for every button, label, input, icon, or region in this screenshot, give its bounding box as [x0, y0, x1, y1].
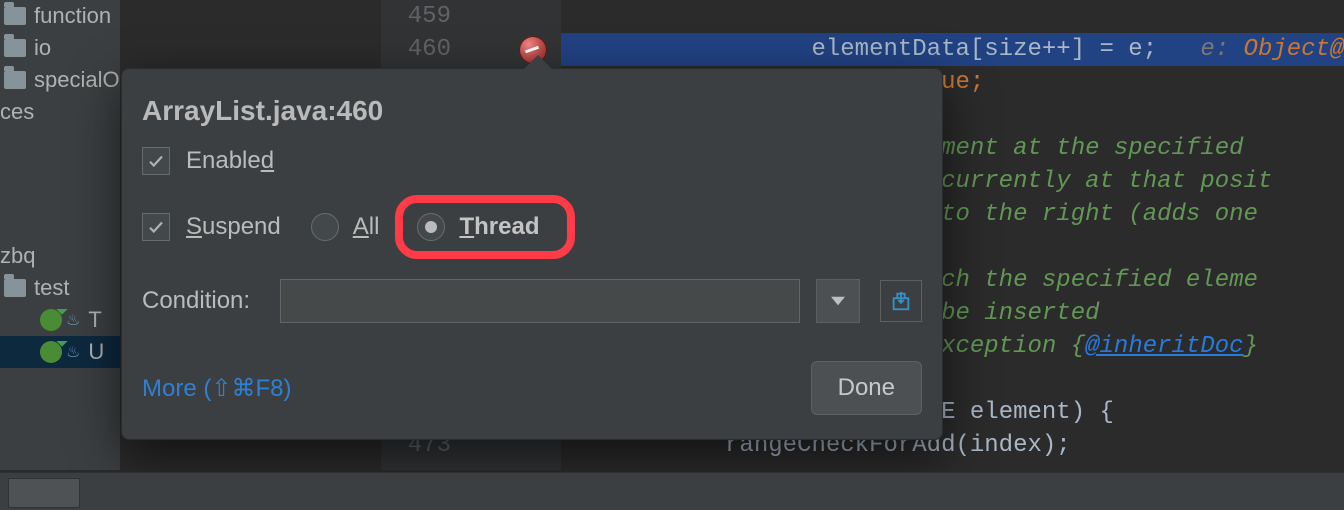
tree-item-truncated[interactable]: ces — [0, 96, 120, 128]
suspend-all-radio-group: All — [311, 213, 380, 241]
tool-window-tab[interactable] — [8, 478, 80, 508]
tree-label: zbq — [0, 243, 35, 269]
tree-item-io[interactable]: io — [0, 32, 120, 64]
enabled-checkbox[interactable] — [142, 147, 170, 175]
tree-label: T — [88, 307, 101, 333]
suspend-checkbox[interactable] — [142, 213, 170, 241]
suspend-thread-radio[interactable] — [417, 213, 445, 241]
popup-footer: More (⇧⌘F8) Done — [122, 333, 942, 415]
tree-label: io — [34, 35, 51, 61]
line-number: 459 — [381, 0, 451, 33]
java-mark-icon: ♨ — [66, 342, 80, 362]
project-tree[interactable]: function io specialObjectRealize ces zbq… — [0, 0, 120, 470]
tree-item-class-t[interactable]: ♨ T — [0, 304, 120, 336]
tree-label: U — [88, 339, 104, 365]
tree-item-specialobjectrealize[interactable]: specialObjectRealize — [0, 64, 120, 96]
tree-label: ces — [0, 99, 34, 125]
tree-label: function — [34, 3, 111, 29]
tree-item-class-u[interactable]: ♨ U — [0, 336, 120, 368]
line-number: 460 — [381, 33, 451, 66]
enabled-row: Enabled — [122, 137, 942, 185]
java-mark-icon: ♨ — [66, 310, 80, 330]
folder-icon — [4, 7, 26, 25]
condition-row: Condition: — [122, 269, 942, 333]
expand-condition-button[interactable] — [880, 280, 922, 322]
suspend-all-label: All — [353, 213, 380, 241]
breakpoint-properties-popup: ArrayList.java:460 Enabled Suspend All T… — [121, 68, 943, 440]
folder-icon — [4, 71, 26, 89]
folder-icon — [4, 279, 26, 297]
suspend-label: Suspend — [186, 213, 281, 241]
condition-dropdown-button[interactable] — [816, 279, 860, 323]
runnable-class-icon — [40, 341, 62, 363]
more-link[interactable]: More (⇧⌘F8) — [142, 374, 291, 403]
enabled-label: Enabled — [186, 147, 274, 175]
tool-window-bar[interactable] — [0, 472, 1344, 510]
code-line: xxxxxxxxxxelementData[size++] = e; e: Ob… — [561, 0, 1344, 33]
tree-label: specialObjectRealize — [34, 67, 120, 93]
suspend-all-radio[interactable] — [311, 213, 339, 241]
tree-item-test[interactable]: test — [0, 272, 120, 304]
tree-label: test — [34, 275, 69, 301]
popup-title: ArrayList.java:460 — [122, 69, 942, 137]
thread-radio-highlight: Thread — [395, 195, 575, 259]
suspend-row: Suspend All Thread — [122, 185, 942, 269]
condition-label: Condition: — [142, 287, 264, 315]
tree-item-function[interactable]: function — [0, 0, 120, 32]
done-button[interactable]: Done — [811, 361, 922, 415]
suspend-thread-label: Thread — [459, 213, 539, 241]
tree-item-zbq[interactable]: zbq — [0, 240, 120, 272]
folder-icon — [4, 39, 26, 57]
condition-input[interactable] — [280, 279, 800, 323]
runnable-class-icon — [40, 309, 62, 331]
